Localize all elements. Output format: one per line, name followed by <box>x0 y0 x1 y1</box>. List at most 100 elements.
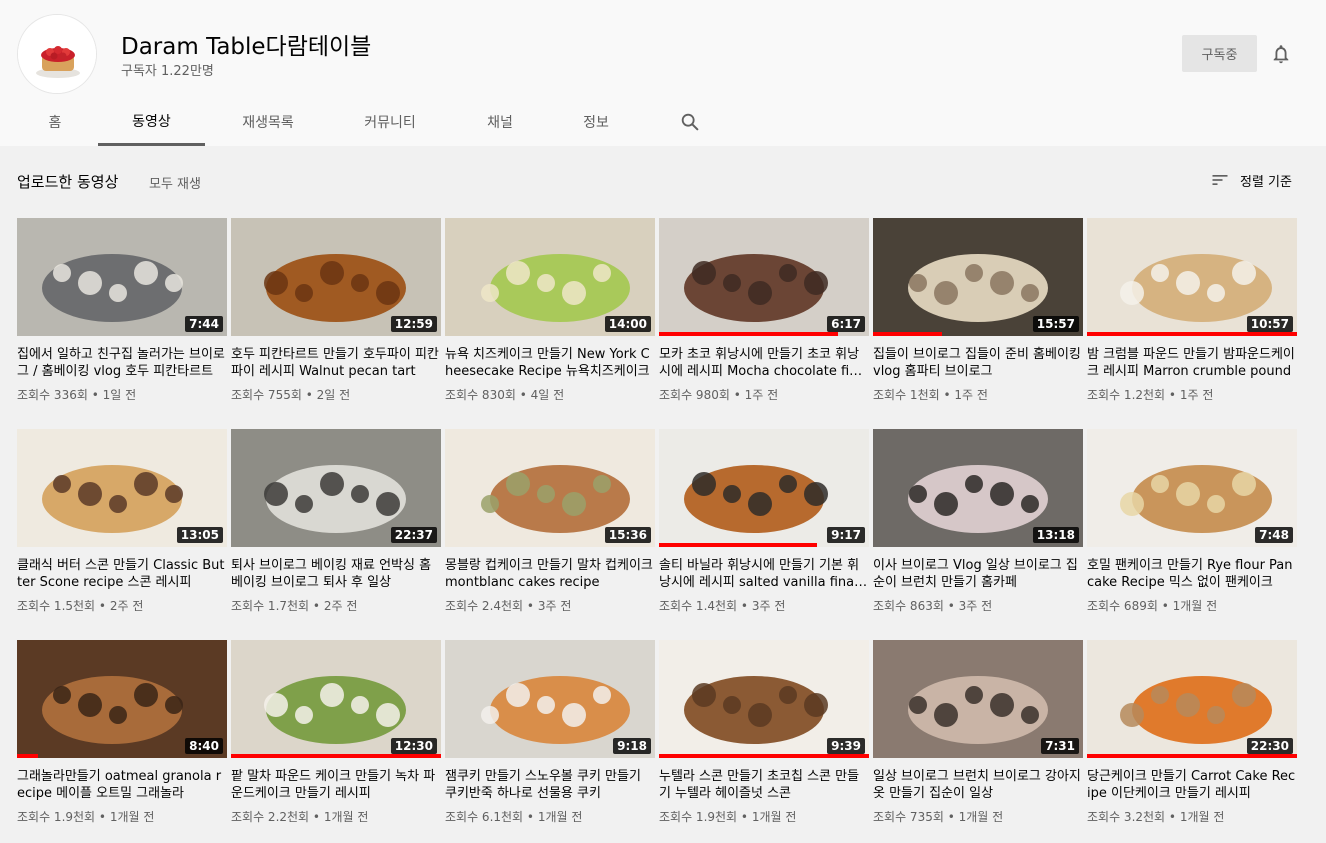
video-title[interactable]: 호두 피칸타르트 만들기 호두파이 피칸파이 레시피 Walnut pecan … <box>231 346 441 380</box>
upload-age: 1주 전 <box>954 388 988 402</box>
video-title[interactable]: 밤 크럼블 파운드 만들기 밤파운드케이크 레시피 Marron crumble… <box>1087 346 1297 380</box>
view-count: 조회수 2.4천회 <box>445 599 524 613</box>
video-card[interactable]: 10:57 밤 크럼블 파운드 만들기 밤파운드케이크 레시피 Marron cr… <box>1087 218 1297 403</box>
video-meta: 조회수 735회 • 1개월 전 <box>873 808 1083 825</box>
video-duration: 13:18 <box>1032 527 1079 543</box>
video-thumbnail[interactable]: 14:00 <box>445 218 655 336</box>
video-card[interactable]: 14:00 뉴욕 치즈케이크 만들기 New York Cheesecake Re… <box>445 218 655 403</box>
video-thumbnail[interactable]: 12:59 <box>231 218 441 336</box>
video-duration: 10:57 <box>1246 316 1293 332</box>
video-thumbnail[interactable]: 7:31 <box>873 640 1083 758</box>
video-thumbnail[interactable]: 6:17 <box>659 218 869 336</box>
meta-separator: • <box>87 388 103 402</box>
video-thumbnail[interactable]: 13:18 <box>873 429 1083 547</box>
video-title[interactable]: 집들이 브이로그 집들이 준비 홈베이킹 vlog 홈파티 브이로그 <box>873 346 1083 380</box>
video-thumbnail[interactable]: 8:40 <box>17 640 227 758</box>
video-meta: 조회수 1천회 • 1주 전 <box>873 386 1083 403</box>
meta-separator: • <box>1165 388 1180 402</box>
meta-separator: • <box>737 810 752 824</box>
video-title[interactable]: 뉴욕 치즈케이크 만들기 New York Cheesecake Recipe … <box>445 346 655 380</box>
bell-icon[interactable] <box>1270 43 1292 65</box>
video-card[interactable]: 22:30 당근케이크 만들기 Carrot Cake Recipe 이단케이크 … <box>1087 640 1297 825</box>
video-card[interactable]: 12:30 팥 말차 파운드 케이크 만들기 녹차 파운드케이크 만들기 레시피 조… <box>231 640 441 825</box>
video-title[interactable]: 팥 말차 파운드 케이크 만들기 녹차 파운드케이크 만들기 레시피 <box>231 768 441 802</box>
video-duration: 9:17 <box>827 527 865 543</box>
watch-progress-bar <box>873 332 943 336</box>
upload-age: 1일 전 <box>102 388 137 402</box>
video-card[interactable]: 22:37 퇴사 브이로그 베이킹 재료 언박싱 홈베이킹 브이로그 퇴사 후 일… <box>231 429 441 614</box>
video-card[interactable]: 9:39 누텔라 스콘 만들기 초코칩 스콘 만들기 누텔라 헤이즐넛 스콘 조회수… <box>659 640 869 825</box>
meta-separator: • <box>95 810 110 824</box>
video-title[interactable]: 누텔라 스콘 만들기 초코칩 스콘 만들기 누텔라 헤이즐넛 스콘 <box>659 768 869 802</box>
video-thumbnail[interactable]: 9:17 <box>659 429 869 547</box>
video-thumbnail[interactable]: 22:37 <box>231 429 441 547</box>
video-card[interactable]: 7:44 집에서 일하고 친구집 놀러가는 브이로그 / 홈베이킹 vlog 호두… <box>17 218 227 403</box>
video-title[interactable]: 잼쿠키 만들기 스노우볼 쿠키 만들기 쿠키반죽 하나로 선물용 쿠키 <box>445 768 655 802</box>
video-meta: 조회수 1.2천회 • 1주 전 <box>1087 386 1297 403</box>
video-meta: 조회수 336회 • 1일 전 <box>17 386 227 403</box>
watch-progress-bar <box>1087 754 1297 758</box>
video-card[interactable]: 12:59 호두 피칸타르트 만들기 호두파이 피칸파이 레시피 Walnut p… <box>231 218 441 403</box>
video-duration: 12:30 <box>390 738 437 754</box>
video-meta: 조회수 2.4천회 • 3주 전 <box>445 597 655 614</box>
video-thumbnail[interactable]: 7:44 <box>17 218 227 336</box>
video-card[interactable]: 7:31 일상 브이로그 브런치 브이로그 강아지옷 만들기 집순이 일상조회수 … <box>873 640 1083 825</box>
meta-separator: • <box>943 599 959 613</box>
video-card[interactable]: 13:18 이사 브이로그 Vlog 일상 브이로그 집순이 브런치 만들기 홈카… <box>873 429 1083 614</box>
meta-separator: • <box>95 599 110 613</box>
video-title[interactable]: 모카 초코 휘낭시에 만들기 초코 휘낭시에 레시피 Mocha chocola… <box>659 346 869 380</box>
video-card[interactable]: 7:48 호밀 팬케이크 만들기 Rye flour Pancake Recipe… <box>1087 429 1297 614</box>
play-all-link[interactable]: 모두 재생 <box>149 173 201 192</box>
view-count: 조회수 1천회 <box>873 388 940 402</box>
video-title[interactable]: 클래식 버터 스콘 만들기 Classic Butter Scone recip… <box>17 557 227 591</box>
video-thumbnail[interactable]: 22:30 <box>1087 640 1297 758</box>
video-title[interactable]: 퇴사 브이로그 베이킹 재료 언박싱 홈베이킹 브이로그 퇴사 후 일상 <box>231 557 441 591</box>
video-title[interactable]: 집에서 일하고 친구집 놀러가는 브이로그 / 홈베이킹 vlog 호두 피칸타… <box>17 346 227 380</box>
tab-home[interactable]: 홈 <box>30 98 80 146</box>
video-card[interactable]: 8:40 그래놀라만들기 oatmeal granola recipe 메이플 오… <box>17 640 227 825</box>
video-card[interactable]: 9:18 잼쿠키 만들기 스노우볼 쿠키 만들기 쿠키반죽 하나로 선물용 쿠키조… <box>445 640 655 825</box>
video-card[interactable]: 15:57 집들이 브이로그 집들이 준비 홈베이킹 vlog 홈파티 브이로그조… <box>873 218 1083 403</box>
video-meta: 조회수 6.1천회 • 1개월 전 <box>445 808 655 825</box>
meta-separator: • <box>943 810 959 824</box>
tab-channels[interactable]: 채널 <box>475 98 525 146</box>
video-title[interactable]: 호밀 팬케이크 만들기 Rye flour Pancake Recipe 믹스 … <box>1087 557 1297 591</box>
meta-separator: • <box>1165 810 1180 824</box>
video-title[interactable]: 이사 브이로그 Vlog 일상 브이로그 집순이 브런치 만들기 홈카페 <box>873 557 1083 591</box>
tab-about[interactable]: 정보 <box>570 98 622 146</box>
video-thumbnail[interactable]: 15:57 <box>873 218 1083 336</box>
video-title[interactable]: 몽블랑 컵케이크 만들기 말차 컵케이크 montblanc cakes rec… <box>445 557 655 591</box>
video-thumbnail[interactable]: 10:57 <box>1087 218 1297 336</box>
tab-videos[interactable]: 동영상 <box>98 98 205 146</box>
tab-playlists[interactable]: 재생목록 <box>228 98 308 146</box>
video-title[interactable]: 당근케이크 만들기 Carrot Cake Recipe 이단케이크 만들기 레… <box>1087 768 1297 802</box>
meta-separator: • <box>1157 599 1173 613</box>
video-thumbnail[interactable]: 12:30 <box>231 640 441 758</box>
video-thumbnail[interactable]: 9:18 <box>445 640 655 758</box>
video-thumbnail[interactable]: 9:39 <box>659 640 869 758</box>
view-count: 조회수 1.4천회 <box>659 599 738 613</box>
video-thumbnail[interactable]: 13:05 <box>17 429 227 547</box>
watch-progress-bar <box>659 543 817 547</box>
video-card[interactable]: 15:36 몽블랑 컵케이크 만들기 말차 컵케이크 montblanc cake… <box>445 429 655 614</box>
subscribed-button[interactable]: 구독중 <box>1182 35 1257 72</box>
video-title[interactable]: 그래놀라만들기 oatmeal granola recipe 메이플 오트밀 그… <box>17 768 227 802</box>
video-title[interactable]: 일상 브이로그 브런치 브이로그 강아지옷 만들기 집순이 일상 <box>873 768 1083 802</box>
sort-button[interactable]: 정렬 기준 <box>1210 170 1292 190</box>
tart-avatar-icon <box>18 15 96 93</box>
channel-avatar[interactable] <box>17 14 97 94</box>
video-card[interactable]: 13:05 클래식 버터 스콘 만들기 Classic Butter Scone … <box>17 429 227 614</box>
tab-community[interactable]: 커뮤니티 <box>350 98 430 146</box>
video-card[interactable]: 9:17 솔티 바닐라 휘낭시에 만들기 기본 휘낭시에 레시피 salted v… <box>659 429 869 614</box>
upload-age: 2주 전 <box>323 599 358 613</box>
video-duration: 15:57 <box>1032 316 1079 332</box>
video-title[interactable]: 솔티 바닐라 휘낭시에 만들기 기본 휘낭시에 레시피 salted vanil… <box>659 557 869 591</box>
search-icon[interactable] <box>679 111 701 133</box>
video-thumbnail[interactable]: 15:36 <box>445 429 655 547</box>
video-card[interactable]: 6:17 모카 초코 휘낭시에 만들기 초코 휘낭시에 레시피 Mocha cho… <box>659 218 869 403</box>
meta-separator: • <box>515 388 531 402</box>
video-thumbnail[interactable]: 7:48 <box>1087 429 1297 547</box>
tab-label: 홈 <box>48 115 62 131</box>
video-meta: 조회수 1.4천회 • 3주 전 <box>659 597 869 614</box>
video-meta: 조회수 830회 • 4일 전 <box>445 386 655 403</box>
